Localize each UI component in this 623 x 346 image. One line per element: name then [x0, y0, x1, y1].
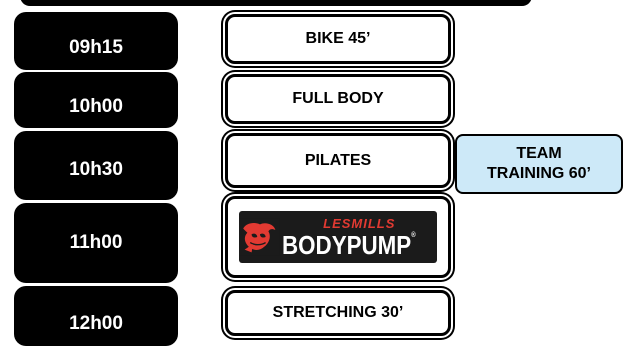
class-bodypump[interactable]: LESMILLS BODYPUMP®	[225, 196, 451, 278]
time-slot-1100: 11h00	[14, 203, 178, 283]
class-label: STRETCHING 30’	[272, 304, 404, 321]
class-stretching-30[interactable]: STRETCHING 30’	[225, 290, 451, 336]
registered-mark: ®	[410, 231, 416, 239]
time-slot-1200: 12h00	[14, 286, 178, 346]
class-label: BIKE 45’	[305, 30, 371, 47]
time-slot-1000: 10h00	[14, 72, 178, 128]
les-mills-bodypump-logo: LESMILLS BODYPUMP®	[239, 211, 437, 263]
time-label: 11h00	[69, 232, 123, 253]
time-slot-0915: 09h15	[14, 12, 178, 70]
logo-brand-text: LESMILLS	[323, 215, 396, 231]
team-label-line1: TEAM	[516, 145, 562, 162]
time-label: 09h15	[69, 37, 123, 58]
class-team-training-60[interactable]: TEAM TRAINING 60’	[455, 134, 623, 194]
class-label: FULL BODY	[292, 90, 384, 107]
time-label: 10h30	[69, 158, 123, 180]
class-label: PILATES	[304, 151, 372, 169]
time-label: 10h00	[69, 96, 123, 117]
top-bar	[20, 0, 532, 6]
logo-program-name: BODYPUMP	[281, 229, 411, 260]
class-bike-45[interactable]: BIKE 45’	[225, 14, 451, 64]
team-label-line2: TRAINING 60’	[486, 165, 591, 182]
bull-head-icon	[239, 218, 280, 256]
class-full-body[interactable]: FULL BODY	[225, 74, 451, 124]
class-pilates[interactable]: PILATES	[225, 133, 451, 188]
logo-program-text: BODYPUMP®	[282, 232, 416, 258]
time-label: 12h00	[69, 313, 123, 334]
time-slot-1030: 10h30	[14, 131, 178, 200]
